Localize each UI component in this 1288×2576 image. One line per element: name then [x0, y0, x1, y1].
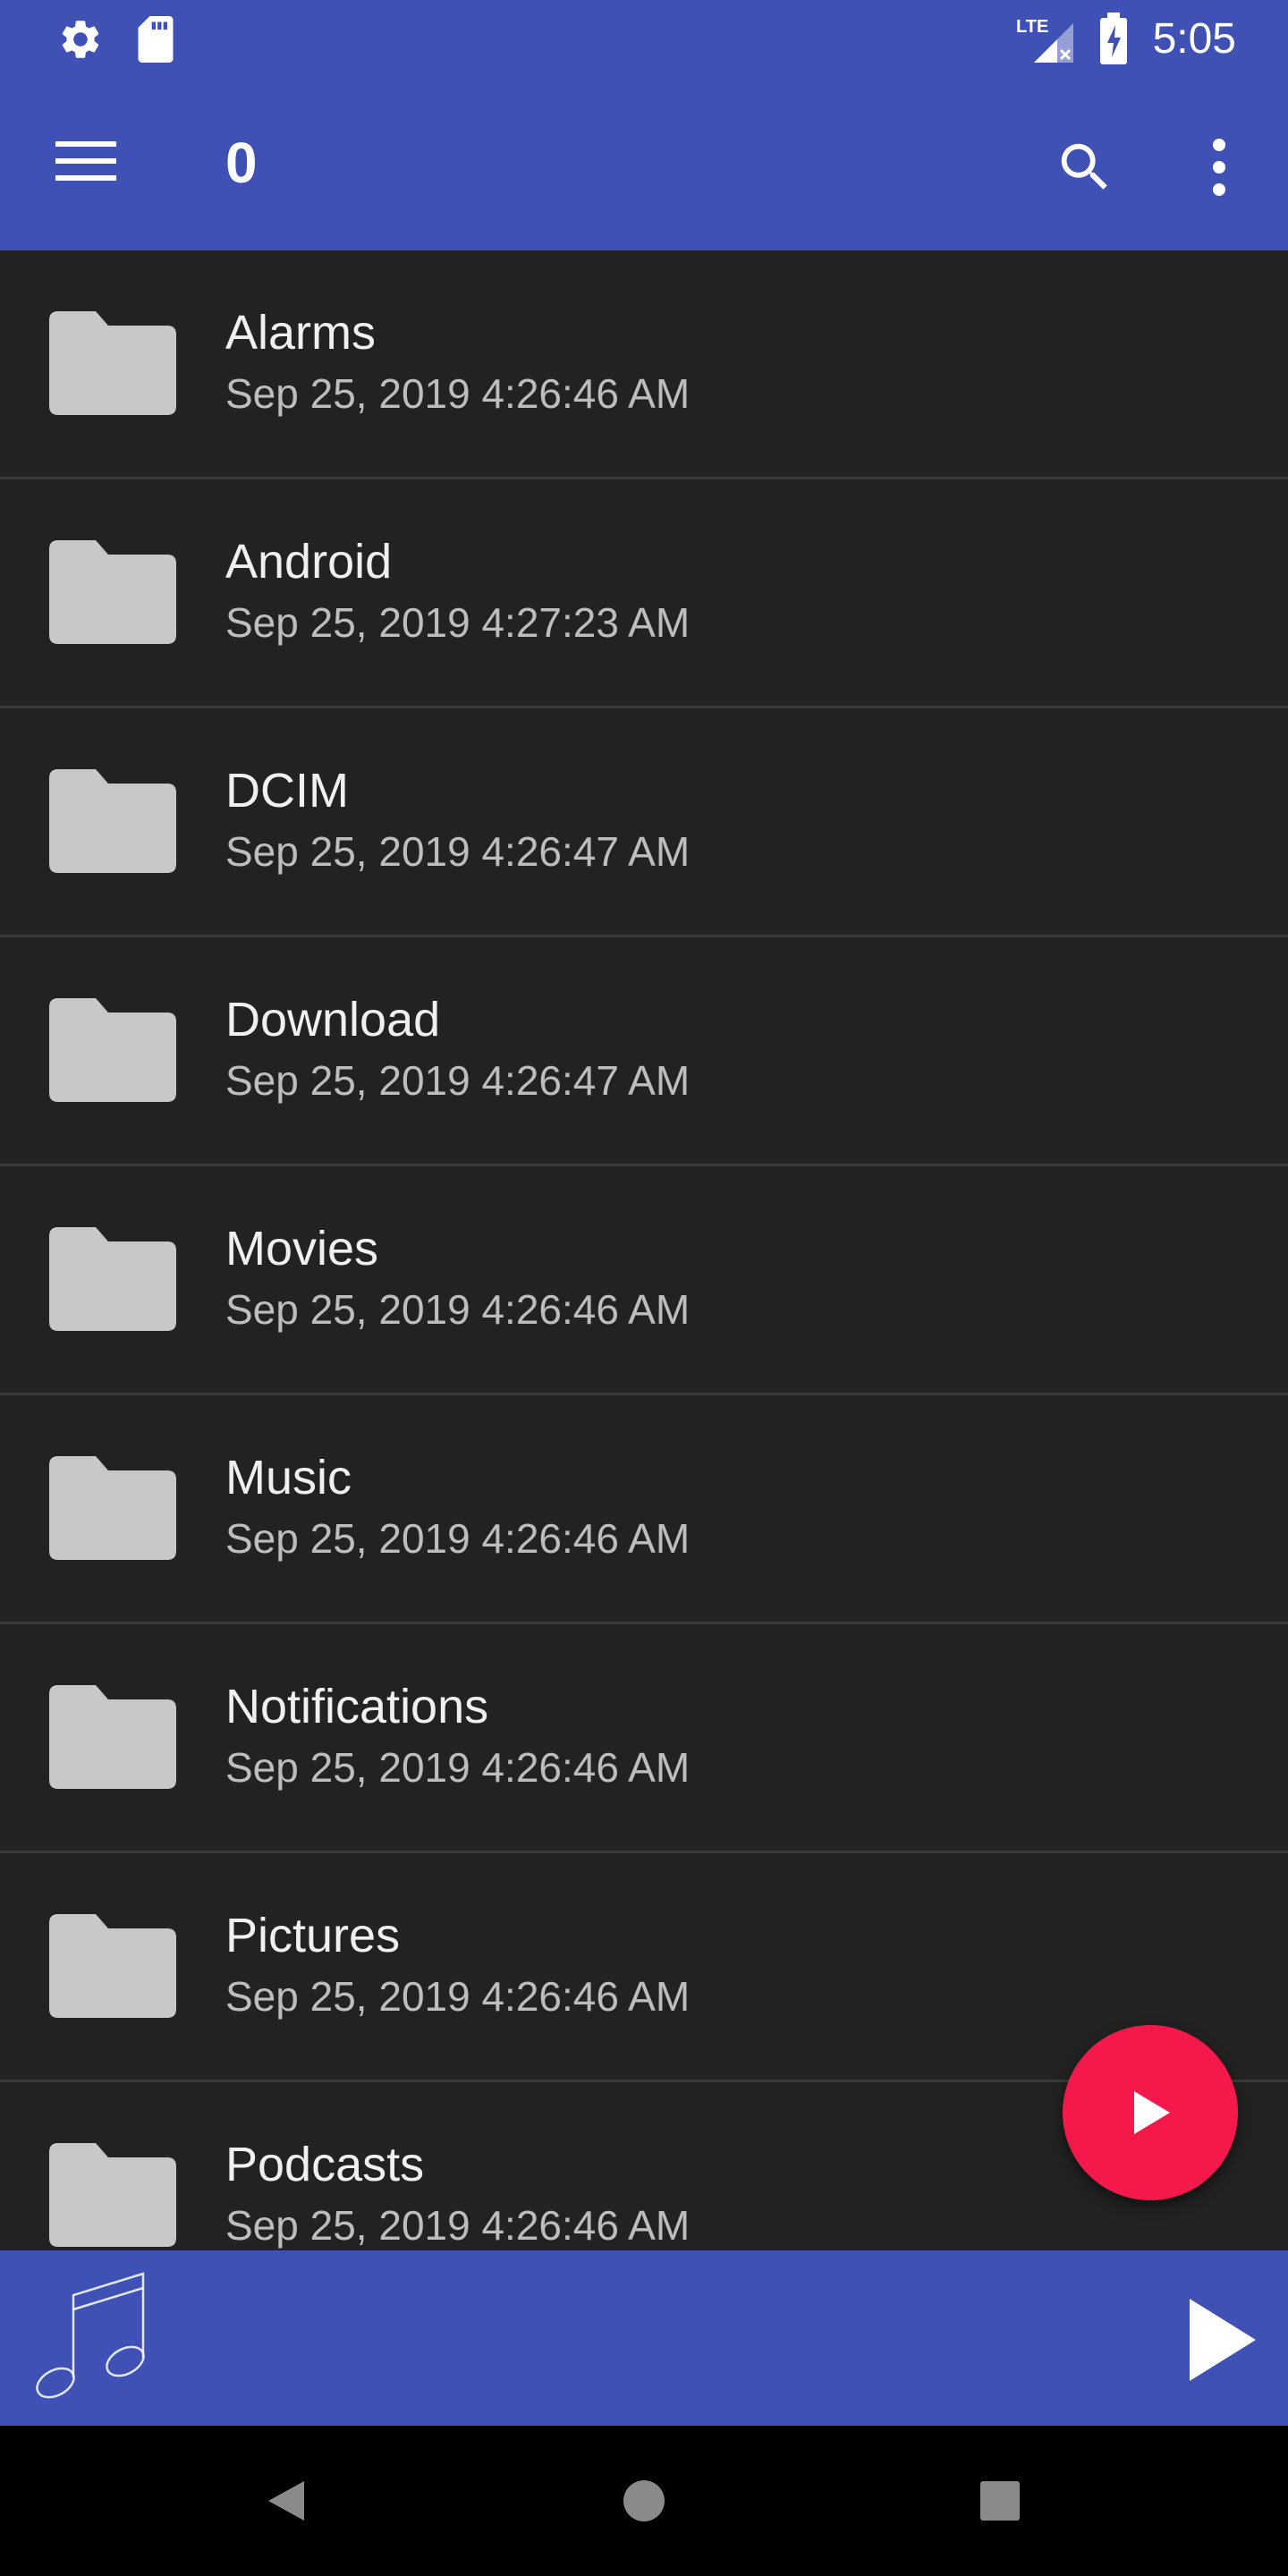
folder-name: Download [225, 993, 441, 1046]
folder-list[interactable]: Alarms Sep 25, 2019 4:26:46 AM Android S… [0, 250, 1288, 2250]
play-icon [1134, 2091, 1170, 2134]
folder-date: Sep 25, 2019 4:26:47 AM [225, 1057, 691, 1104]
folder-icon [49, 1685, 176, 1793]
folder-date: Sep 25, 2019 4:26:46 AM [225, 370, 691, 417]
page-title: 0 [225, 131, 258, 195]
list-item[interactable]: Alarms Sep 25, 2019 4:26:46 AM [0, 250, 1288, 479]
folder-icon [49, 1227, 176, 1335]
folder-icon [49, 1914, 176, 2022]
list-item[interactable]: DCIM Sep 25, 2019 4:26:47 AM [0, 708, 1288, 937]
folder-icon [49, 1456, 176, 1564]
folder-name: Pictures [225, 1909, 401, 1962]
back-icon[interactable] [265, 2479, 308, 2527]
folder-date: Sep 25, 2019 4:26:46 AM [225, 1973, 691, 2020]
menu-icon[interactable] [55, 140, 116, 187]
list-item[interactable]: Download Sep 25, 2019 4:26:47 AM [0, 937, 1288, 1166]
status-bar: LTE 5:05 [0, 0, 1288, 79]
folder-date: Sep 25, 2019 4:26:47 AM [225, 828, 691, 875]
system-nav-bar [0, 2426, 1288, 2576]
folder-name: Alarms [225, 306, 377, 360]
folder-icon [49, 998, 176, 1106]
folder-name: Music [225, 1451, 352, 1504]
list-item[interactable]: Android Sep 25, 2019 4:27:23 AM [0, 479, 1288, 708]
sd-card-icon [136, 16, 175, 67]
folder-date: Sep 25, 2019 4:26:46 AM [225, 1744, 691, 1791]
play-fab-button[interactable] [1063, 2025, 1238, 2200]
folder-date: Sep 25, 2019 4:26:46 AM [225, 1515, 691, 1562]
folder-date: Sep 25, 2019 4:26:46 AM [225, 1286, 691, 1333]
folder-name: Movies [225, 1222, 379, 1275]
app-bar: 0 [0, 79, 1288, 250]
folder-icon [49, 2143, 176, 2250]
list-item[interactable]: Movies Sep 25, 2019 4:26:46 AM [0, 1166, 1288, 1395]
search-icon[interactable] [1054, 136, 1116, 203]
recents-icon[interactable] [980, 2481, 1020, 2525]
battery-charging-icon [1098, 13, 1129, 71]
list-item[interactable]: Notifications Sep 25, 2019 4:26:46 AM [0, 1624, 1288, 1853]
status-time: 5:05 [1152, 15, 1236, 63]
folder-icon [49, 540, 176, 648]
more-vert-icon[interactable] [1204, 136, 1234, 203]
folder-name: Podcasts [225, 2138, 425, 2191]
mini-player[interactable] [0, 2250, 1288, 2426]
folder-date: Sep 25, 2019 4:26:46 AM [225, 2202, 691, 2249]
play-icon [1190, 2299, 1256, 2381]
settings-icon [57, 16, 104, 67]
folder-name: DCIM [225, 764, 349, 818]
folder-name: Notifications [225, 1680, 489, 1733]
home-icon[interactable] [623, 2479, 665, 2527]
folder-icon [49, 769, 176, 877]
list-item[interactable]: Music Sep 25, 2019 4:26:46 AM [0, 1395, 1288, 1624]
music-note-icon [29, 2268, 148, 2414]
folder-icon [49, 311, 176, 419]
lte-signal-icon: LTE [1014, 13, 1077, 71]
player-play-button[interactable] [1186, 2297, 1258, 2387]
lte-label: LTE [1016, 17, 1048, 37]
folder-name: Android [225, 535, 393, 589]
folder-date: Sep 25, 2019 4:27:23 AM [225, 599, 691, 646]
